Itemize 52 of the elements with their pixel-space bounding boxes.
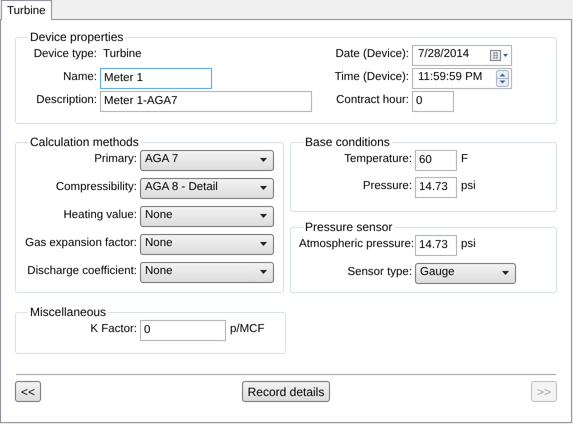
nav-button[interactable]: Record details bbox=[242, 381, 330, 402]
field-label: K Factor: bbox=[89, 322, 138, 338]
time-field[interactable]: 11:59:59 PM bbox=[412, 68, 512, 88]
field-label: Sensor type: bbox=[346, 265, 414, 280]
text-field[interactable]: 0 bbox=[412, 90, 454, 112]
caret-icon bbox=[502, 271, 510, 275]
caret-icon bbox=[260, 186, 267, 190]
unit-label: F bbox=[460, 152, 468, 168]
text-field[interactable]: 0 bbox=[140, 320, 226, 340]
field-label: Temperature: bbox=[343, 152, 414, 168]
field-value: Turbine bbox=[102, 47, 142, 62]
field-label: Device type: bbox=[32, 47, 98, 62]
nav-button[interactable]: << bbox=[15, 381, 42, 402]
group-title: Miscellaneous bbox=[29, 305, 108, 319]
field-label: Contract hour: bbox=[335, 93, 410, 108]
field-label: Discharge coefficient: bbox=[26, 264, 138, 280]
field-label: Pressure: bbox=[362, 179, 414, 194]
text-field[interactable]: Meter 1 bbox=[100, 68, 212, 88]
unit-label: psi bbox=[460, 179, 476, 194]
field-label: Gas expansion factor: bbox=[24, 236, 138, 252]
unit-label: p/MCF bbox=[229, 322, 264, 338]
field-label: Description: bbox=[35, 93, 98, 108]
dropdown[interactable]: None bbox=[140, 206, 274, 226]
field-label: Date (Device): bbox=[334, 47, 410, 62]
group-title: Calculation methods bbox=[29, 135, 140, 149]
field-label: Heating value: bbox=[62, 208, 138, 224]
caret-icon bbox=[260, 158, 267, 162]
text-field[interactable]: 60 bbox=[415, 150, 458, 170]
calendar-icon bbox=[490, 50, 509, 60]
text-field[interactable]: 14.73 bbox=[415, 234, 458, 256]
caret-icon bbox=[260, 214, 267, 218]
dropdown[interactable]: None bbox=[140, 262, 274, 282]
unit-label: psi bbox=[460, 237, 476, 252]
field-label: Name: bbox=[62, 70, 98, 86]
field-label: Atmospheric pressure: bbox=[299, 237, 416, 252]
dropdown[interactable]: Gauge bbox=[415, 262, 516, 284]
caret-icon bbox=[260, 270, 267, 274]
dropdown[interactable]: None bbox=[140, 234, 274, 254]
field-label: Primary: bbox=[93, 152, 138, 168]
caret-icon bbox=[260, 242, 267, 246]
text-field[interactable]: 14.73 bbox=[415, 176, 458, 198]
field-label: Compressibility: bbox=[54, 180, 138, 196]
dropdown[interactable]: AGA 7 bbox=[140, 150, 274, 170]
tab[interactable]: Turbine bbox=[1, 0, 52, 20]
group-title: Base conditions bbox=[304, 135, 391, 149]
group-title: Pressure sensor bbox=[304, 220, 394, 234]
text-field[interactable]: Meter 1-AGA7 bbox=[100, 90, 312, 112]
field-label: Time (Device): bbox=[334, 70, 410, 86]
spinner-icon bbox=[496, 70, 509, 86]
date-field[interactable]: 7/28/2014 bbox=[412, 44, 512, 66]
group-title: Device properties bbox=[29, 30, 124, 44]
dropdown[interactable]: AGA 8 - Detail bbox=[140, 178, 274, 198]
